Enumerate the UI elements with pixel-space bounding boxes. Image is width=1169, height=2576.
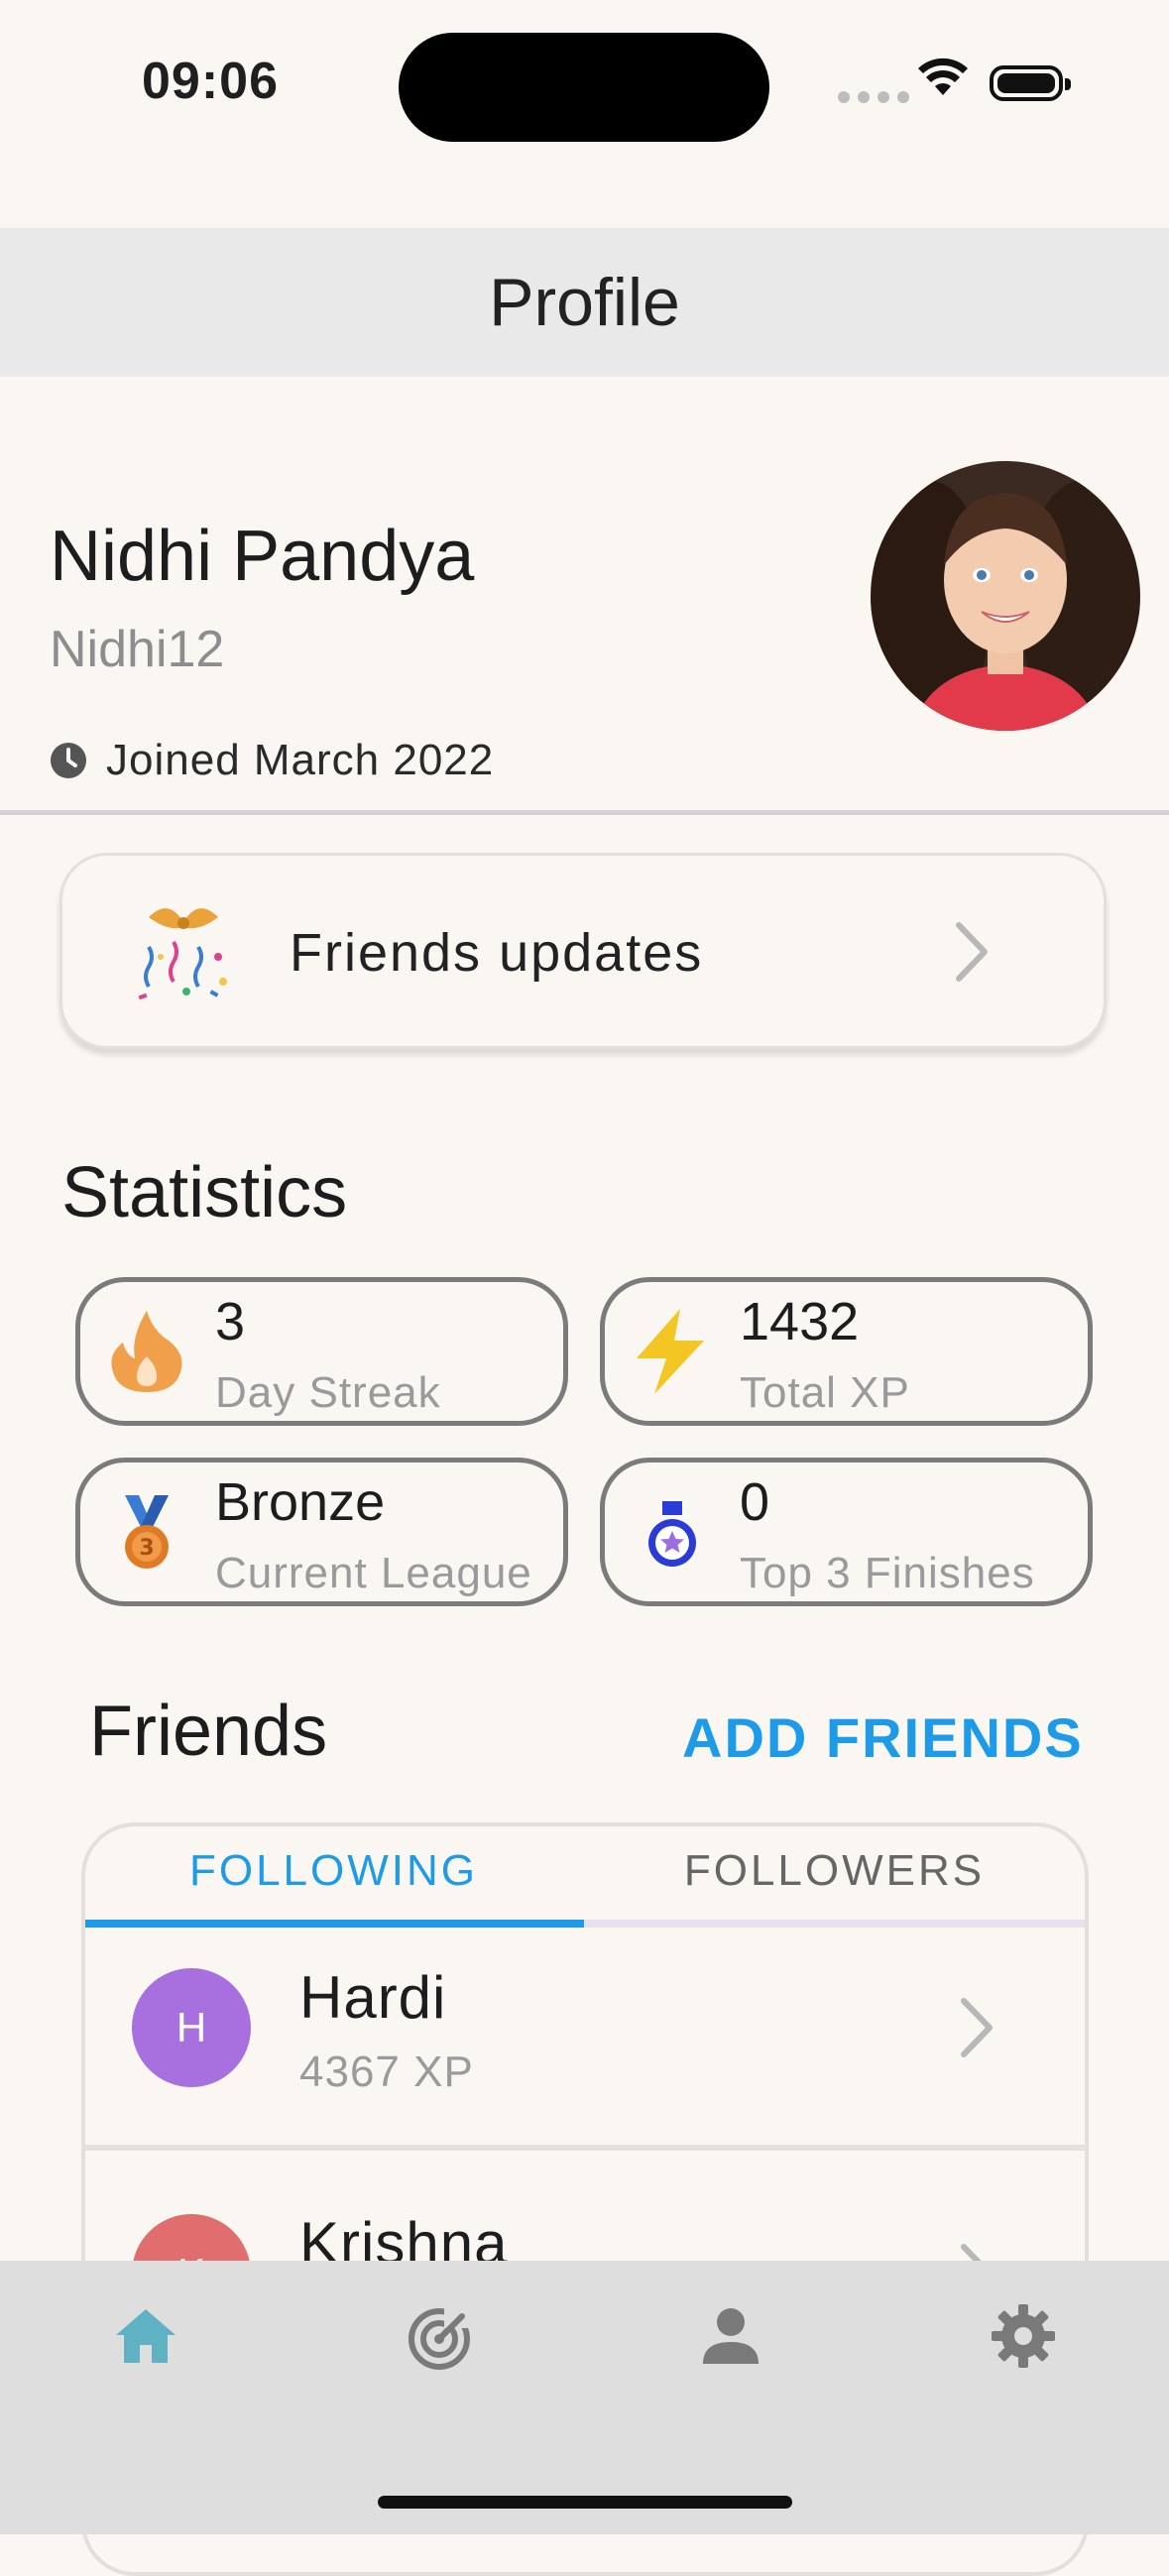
status-time: 09:06: [142, 53, 279, 110]
stat-label: Day Streak: [215, 1368, 441, 1417]
star-medal-icon: [648, 1501, 696, 1567]
radar-icon[interactable]: [407, 2306, 472, 2372]
avatar[interactable]: [871, 461, 1140, 731]
clock-icon: [51, 743, 86, 778]
chevron-right-icon: [961, 1998, 993, 2057]
profile-username: Nidhi12: [50, 621, 225, 678]
friend-avatar: H: [132, 1968, 251, 2087]
profile-name: Nidhi Pandya: [50, 517, 475, 596]
stat-value: 1432: [740, 1292, 860, 1351]
friend-xp: 4367 XP: [299, 2048, 474, 2096]
stat-label: Current League: [215, 1549, 532, 1597]
add-friends-button[interactable]: ADD FRIENDS: [682, 1705, 1084, 1770]
chevron-right-icon: [956, 922, 988, 982]
stat-label: Total XP: [740, 1368, 910, 1417]
statistics-title: Statistics: [61, 1153, 348, 1232]
stat-label: Top 3 Finishes: [740, 1549, 1035, 1597]
tab-indicator: [85, 1920, 584, 1928]
bronze-medal-icon: 3: [125, 1495, 169, 1569]
person-icon[interactable]: [701, 2306, 760, 2366]
joined-date: Joined March 2022: [106, 736, 495, 784]
battery-icon: [990, 65, 1071, 101]
tab-followers[interactable]: FOLLOWERS: [584, 1846, 1085, 1896]
party-popper-icon: [138, 908, 227, 1000]
wifi-icon: [918, 58, 968, 95]
stat-value: 3: [215, 1292, 246, 1351]
app-bar: Profile: [0, 228, 1169, 377]
friends-updates-label: Friends updates: [290, 923, 704, 983]
friends-title: Friends: [89, 1692, 328, 1771]
stat-value: 0: [740, 1472, 770, 1532]
header-divider: [0, 810, 1169, 815]
lightning-icon: [637, 1309, 704, 1394]
home-icon[interactable]: [114, 2305, 177, 2365]
fire-icon: [111, 1311, 182, 1392]
friend-name: Hardi: [299, 1964, 447, 2031]
page-title: Profile: [489, 265, 680, 340]
dynamic-island: [399, 33, 769, 142]
stat-value: Bronze: [215, 1472, 386, 1532]
bottom-nav: [0, 2261, 1169, 2534]
svg-text:3: 3: [139, 1536, 154, 1561]
tab-following[interactable]: FOLLOWING: [83, 1846, 584, 1896]
cellular-signal-icon: [838, 91, 909, 103]
gear-icon[interactable]: [992, 2304, 1055, 2368]
home-indicator: [378, 2496, 792, 2509]
